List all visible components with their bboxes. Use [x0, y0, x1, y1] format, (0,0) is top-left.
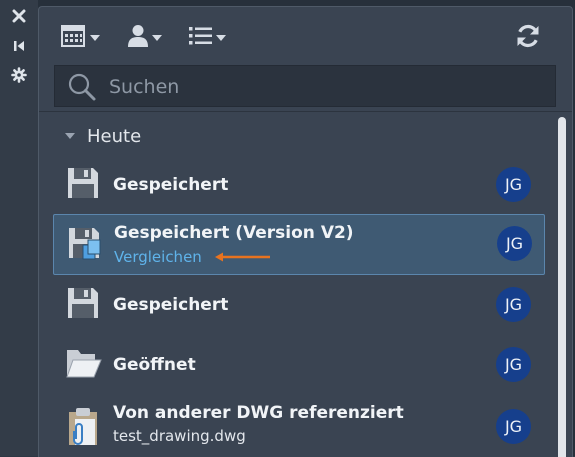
calendar-icon: [61, 25, 87, 51]
chevron-down-icon: [216, 35, 226, 41]
avatar: JG: [496, 167, 531, 202]
divider: [39, 111, 572, 112]
toolbar: [39, 7, 572, 65]
list-icon: [189, 26, 213, 50]
scrollbar[interactable]: [554, 111, 570, 457]
avatar: JG: [496, 347, 531, 382]
list-item[interactable]: Gespeichert JG: [53, 277, 543, 333]
search-input[interactable]: [107, 66, 541, 108]
list-item-selected[interactable]: Gespeichert (Version V2) Vergleichen JG: [53, 214, 545, 275]
item-title: Von anderer DWG referenziert: [113, 403, 404, 423]
history-panel: Heute Gespeichert JG: [38, 6, 573, 457]
refresh-button[interactable]: [515, 23, 541, 53]
item-title: Gespeichert: [113, 175, 229, 195]
calendar-filter-button[interactable]: [61, 25, 100, 51]
floppy-disk-version-icon: [66, 225, 106, 267]
avatar: JG: [496, 287, 531, 322]
clipboard-reference-icon: [65, 407, 103, 451]
search-box: [54, 65, 556, 108]
compare-link[interactable]: Vergleichen: [114, 248, 202, 266]
chevron-down-icon: [152, 35, 162, 41]
item-title: Geöffnet: [113, 355, 196, 375]
scrollbar-thumb[interactable]: [558, 117, 566, 457]
user-icon: [127, 24, 149, 52]
list-item[interactable]: Gespeichert JG: [53, 157, 543, 213]
user-filter-button[interactable]: [127, 25, 162, 51]
group-header-today[interactable]: Heute: [65, 123, 141, 149]
item-title: Gespeichert (Version V2): [114, 223, 354, 243]
list-item[interactable]: Von anderer DWG referenziert test_drawin…: [53, 397, 543, 457]
group-label: Heute: [87, 125, 142, 147]
collapse-panel-icon[interactable]: [9, 36, 29, 56]
list-item[interactable]: Geöffnet JG: [53, 337, 543, 393]
floppy-disk-icon: [65, 285, 101, 325]
annotation-arrow: [214, 249, 272, 268]
floppy-disk-icon: [65, 165, 101, 205]
close-icon[interactable]: [9, 6, 29, 26]
app-frame: Heute Gespeichert JG: [0, 0, 575, 457]
chevron-down-icon: [65, 133, 75, 139]
open-folder-icon: [65, 346, 103, 384]
item-subtitle: test_drawing.dwg: [113, 427, 246, 445]
side-strip: [0, 0, 38, 456]
chevron-down-icon: [90, 35, 100, 41]
avatar: JG: [496, 409, 531, 444]
refresh-icon: [515, 23, 541, 53]
item-title: Gespeichert: [113, 295, 229, 315]
list-filter-button[interactable]: [189, 25, 226, 51]
avatar: JG: [497, 226, 532, 261]
search-icon: [67, 72, 97, 106]
settings-icon[interactable]: [9, 65, 29, 85]
